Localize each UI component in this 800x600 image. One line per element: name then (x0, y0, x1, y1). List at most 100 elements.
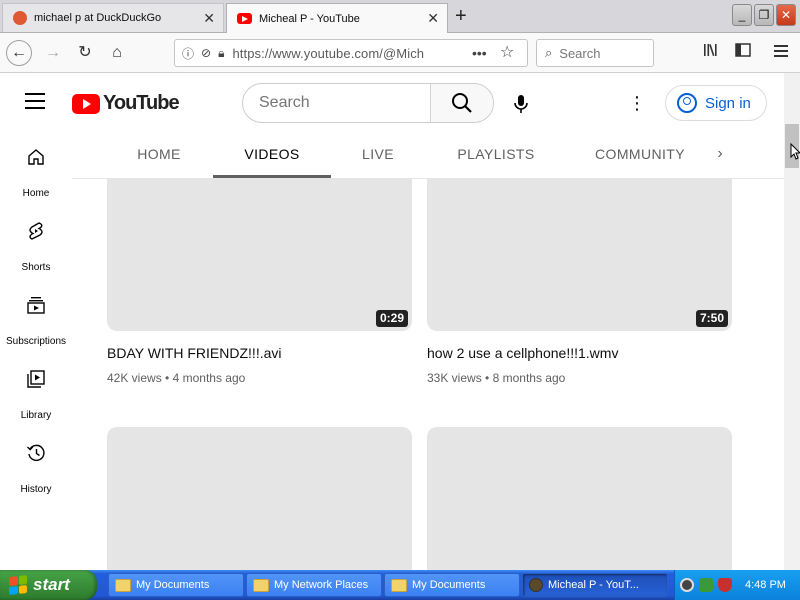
folder-icon (253, 578, 269, 592)
bookmark-star-icon[interactable]: ☆ (500, 40, 514, 66)
guide-item-library[interactable]: Library (0, 359, 72, 433)
taskbar-item-label: My Network Places (274, 579, 369, 591)
home-icon (28, 149, 44, 165)
account-icon (677, 93, 697, 113)
taskbar-item[interactable]: My Documents (108, 573, 244, 597)
taskbar: start My Documents My Network Places My … (0, 570, 800, 600)
sign-in-label: Sign in (705, 94, 751, 112)
tab-videos[interactable]: VIDEOS (213, 131, 331, 178)
taskbar-item-label: My Documents (412, 579, 486, 591)
sign-in-button[interactable]: Sign in (665, 85, 767, 121)
taskbar-item-label: Micheal P - YouT... (548, 579, 639, 591)
close-tab-icon[interactable]: ✕ (203, 10, 215, 26)
video-thumbnail[interactable] (427, 427, 732, 570)
clock: 4:48 PM (745, 579, 786, 591)
voice-search-icon[interactable] (507, 90, 535, 118)
video-meta: 42K views • 4 months ago (107, 371, 412, 385)
view-count: 33K views (427, 371, 482, 385)
tab-home[interactable]: HOME (113, 131, 205, 178)
guide-label: Home (22, 188, 50, 199)
youtube-search-input[interactable] (243, 84, 431, 122)
more-options-icon[interactable]: ⋮ (628, 91, 646, 115)
network-icon[interactable] (680, 578, 694, 592)
video-title[interactable]: BDAY WITH FRIENDZ!!!.avi (107, 345, 412, 361)
hamburger-menu-icon[interactable] (768, 40, 794, 66)
taskbar-item-label: My Documents (136, 579, 210, 591)
guide-menu-icon[interactable] (25, 93, 45, 109)
youtube-search-box (242, 83, 494, 123)
tab-strip: michael p at DuckDuckGo ✕ Micheal P - Yo… (0, 0, 800, 33)
new-tab-button[interactable]: + (455, 4, 467, 28)
video-title[interactable]: how 2 use a cellphone!!!1.wmv (427, 345, 732, 361)
library-icon[interactable] (698, 40, 724, 66)
tab-duckduckgo[interactable]: michael p at DuckDuckGo ✕ (2, 3, 224, 32)
chevron-right-icon[interactable]: › (708, 131, 732, 178)
logo-text: YouTube (103, 92, 180, 114)
minimize-button[interactable]: _ (732, 4, 752, 26)
upload-age: 8 months ago (492, 371, 566, 385)
back-button[interactable]: ← (6, 40, 32, 66)
view-count: 42K views (107, 371, 162, 385)
forward-button[interactable]: → (40, 40, 66, 66)
close-window-button[interactable]: ✕ (776, 4, 796, 26)
video-thumbnail[interactable]: 0:29 (107, 179, 412, 331)
start-button[interactable]: start (0, 570, 97, 600)
youtube-favicon-icon (237, 13, 252, 24)
tab-community[interactable]: COMMUNITY (578, 131, 702, 178)
tab-playlists[interactable]: PLAYLISTS (438, 131, 554, 178)
duration-badge: 7:50 (695, 310, 728, 327)
library-icon (27, 370, 45, 388)
url-text[interactable]: https://www.youtube.com/@Mich (232, 46, 424, 61)
system-tray: 4:48 PM (674, 570, 800, 600)
reload-button[interactable]: ↻ (72, 40, 98, 66)
channel-tabs: HOME VIDEOS LIVE PLAYLISTS COMMUNITY › (72, 131, 784, 179)
taskbar-item[interactable]: My Documents (384, 573, 520, 597)
video-meta: 33K views • 8 months ago (427, 371, 732, 385)
tracking-protection-icon[interactable]: ⊘ (201, 46, 211, 60)
upload-age: 4 months ago (172, 371, 246, 385)
video-thumbnail[interactable]: 7:50 (427, 179, 732, 331)
guide-label: Library (20, 410, 52, 421)
browser-search-input[interactable]: ⌕ Search (536, 39, 654, 67)
shorts-icon (29, 222, 43, 240)
taskbar-item-active[interactable]: Micheal P - YouT... (522, 573, 668, 597)
browser-icon (529, 578, 543, 592)
folder-icon (391, 578, 407, 592)
duckduckgo-favicon-icon (13, 11, 27, 25)
guide-item-shorts[interactable]: Shorts (0, 211, 72, 285)
youtube-logo[interactable]: YouTube (72, 92, 180, 115)
start-label: start (33, 575, 70, 594)
guide-item-subscriptions[interactable]: Subscriptions (0, 285, 72, 359)
tab-title: Micheal P - YouTube (259, 12, 360, 25)
tab-title: michael p at DuckDuckGo (34, 12, 162, 24)
guide-label: History (20, 484, 52, 495)
meta-separator: • (165, 371, 170, 385)
guide-item-history[interactable]: History (0, 433, 72, 507)
info-icon[interactable]: ⓘ (182, 45, 194, 62)
video-thumbnail[interactable] (107, 427, 412, 570)
search-icon (452, 93, 472, 113)
subscriptions-icon (27, 297, 45, 314)
video-grid: 0:29 BDAY WITH FRIENDZ!!!.avi 42K views … (72, 179, 784, 570)
security-icon[interactable] (699, 578, 713, 592)
guide-item-home[interactable]: Home (0, 137, 72, 211)
home-button[interactable]: ⌂ (104, 40, 130, 66)
folder-icon (115, 578, 131, 592)
guide-label: Subscriptions (5, 336, 67, 347)
close-tab-icon[interactable]: ✕ (427, 10, 439, 26)
tab-youtube[interactable]: Micheal P - YouTube ✕ (226, 3, 448, 33)
youtube-play-icon (72, 93, 100, 114)
search-placeholder: Search (559, 45, 601, 61)
search-button[interactable] (430, 84, 493, 122)
navigation-toolbar: ← → ↻ ⌂ ⓘ ⊘ 🔒︎ https://www.youtube.com/@… (0, 33, 800, 73)
tab-live[interactable]: LIVE (338, 131, 418, 178)
sidebar-toggle-icon[interactable] (730, 40, 756, 66)
restore-button[interactable]: ❐ (754, 4, 774, 26)
shield-icon[interactable] (718, 578, 732, 592)
page-actions-icon[interactable]: ••• (472, 40, 487, 66)
youtube-header: YouTube ⋮ Sign in (0, 73, 784, 131)
history-icon (27, 444, 45, 462)
windows-logo-icon (9, 575, 27, 595)
lock-icon[interactable]: 🔒︎ (218, 46, 224, 61)
taskbar-item[interactable]: My Network Places (246, 573, 382, 597)
